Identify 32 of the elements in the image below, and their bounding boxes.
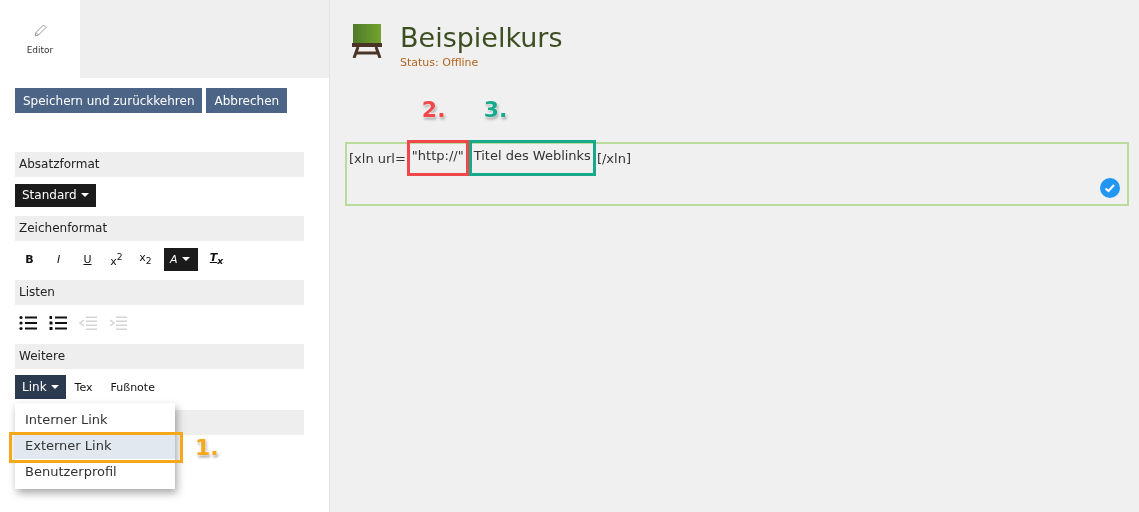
- section-header: Zeichenformat: [15, 216, 304, 241]
- editor-tab[interactable]: Editor: [0, 0, 80, 78]
- easel-icon: [352, 24, 382, 58]
- format-button[interactable]: I: [44, 247, 73, 271]
- section-header: Weitere: [15, 344, 304, 369]
- markup-text: [/xln]: [595, 150, 632, 166]
- menu-item[interactable]: Interner Link: [15, 407, 175, 433]
- menu-item[interactable]: Benutzerprofil: [15, 459, 175, 485]
- link-dropdown[interactable]: Link: [15, 375, 66, 399]
- section-header: Listen: [15, 280, 304, 305]
- action-button[interactable]: Abbrechen: [206, 88, 288, 113]
- insert-button[interactable]: Fußnote: [101, 375, 164, 399]
- format-button[interactable]: x$_{2}$: [131, 247, 160, 271]
- action-button[interactable]: Speichern und zurückkehren: [15, 88, 203, 113]
- format-button[interactable]: x$^{2}$: [102, 247, 131, 271]
- bulleted-list-icon[interactable]: [19, 315, 37, 331]
- course-title: Beispielkurs: [400, 22, 563, 53]
- format-button[interactable]: B: [15, 247, 44, 271]
- insert-button[interactable]: Tex: [65, 375, 102, 399]
- format-dropdown[interactable]: Standard: [15, 183, 96, 207]
- status-text: Status: Offline: [400, 56, 480, 69]
- step-number: 1.: [195, 435, 219, 460]
- font-color-button[interactable]: A: [164, 247, 198, 271]
- menu-item[interactable]: Externer Link: [15, 433, 175, 459]
- step-number: 3.: [483, 97, 508, 122]
- numbered-list-icon[interactable]: [49, 315, 67, 331]
- format-button[interactable]: U: [73, 247, 102, 271]
- format-button[interactable]: T$_{x}$: [202, 247, 231, 271]
- section-header: Absatzformat: [15, 152, 304, 177]
- step-number: 2.: [421, 97, 446, 122]
- markup-text: [xln url=: [348, 150, 407, 166]
- pencil-icon: [32, 23, 48, 39]
